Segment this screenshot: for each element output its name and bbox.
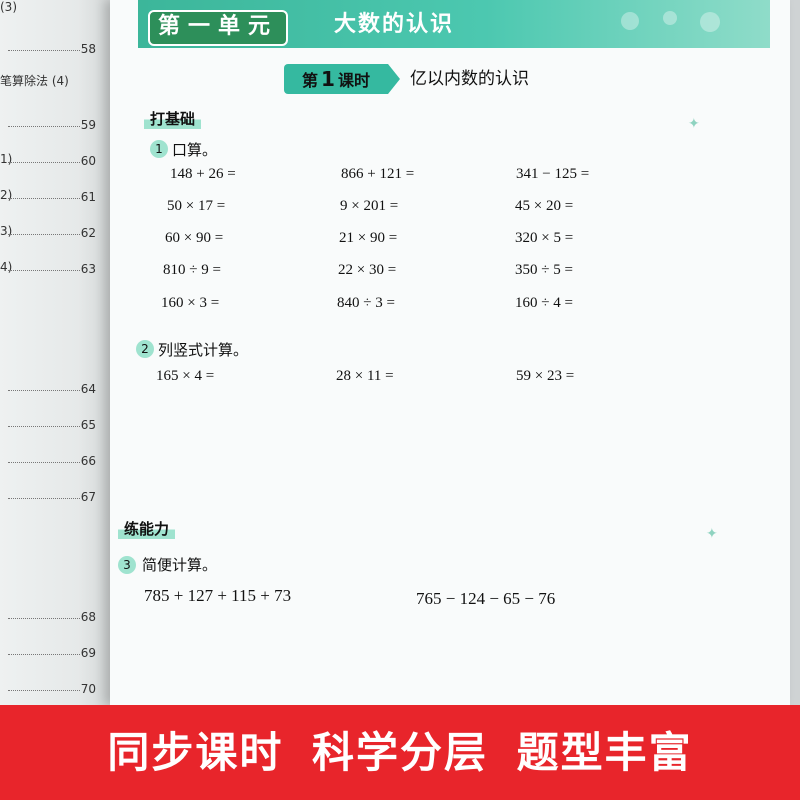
oral-expression: 50 × 17 = <box>167 198 226 214</box>
lesson-number: 1 <box>321 67 335 91</box>
toc-row: 65 <box>0 414 112 438</box>
simplify-expression: 765 − 124 − 65 − 76 <box>416 589 556 608</box>
promo-phrase: 题型丰富 <box>516 728 693 777</box>
lesson-tag-prefix: 第 <box>302 71 319 90</box>
sparkle-icon: ✦ <box>688 116 700 132</box>
oral-expression: 840 ÷ 3 = <box>337 295 395 311</box>
oral-expression: 45 × 20 = <box>515 198 574 214</box>
toc-row: 2) 61 <box>0 186 112 210</box>
toc-leader <box>8 426 80 427</box>
toc-page-number: 60 <box>80 154 96 168</box>
toc-row: 66 <box>0 450 112 474</box>
toc-page-number: 70 <box>80 682 96 696</box>
toc-leader <box>8 198 80 199</box>
toc-text: 笔算除法 (4) <box>0 74 69 88</box>
toc-row: 70 <box>0 678 112 702</box>
toc-text: 2) <box>0 188 13 202</box>
question-text: 口算。 <box>172 141 218 159</box>
toc-text: 4) <box>0 260 13 274</box>
toc-leader <box>8 390 80 391</box>
section-title-basics: 打基础 <box>144 108 202 129</box>
toc-text: 1) <box>0 152 13 166</box>
oral-expression: 160 ÷ 4 = <box>515 295 573 311</box>
toc-page-number: 65 <box>80 418 96 432</box>
toc-row: (3) <box>0 0 112 22</box>
promo-banner: 同步课时 科学分层 题型丰富 <box>0 705 800 800</box>
question-text: 简便计算。 <box>142 556 218 574</box>
oral-expression: 866 + 121 = <box>341 166 415 182</box>
toc-leader <box>8 126 80 127</box>
oral-expression: 21 × 90 = <box>339 230 398 246</box>
oral-expression: 341 − 125 = <box>516 166 590 182</box>
promo-phrase: 科学分层 <box>311 728 488 777</box>
question-text: 列竖式计算。 <box>158 341 249 359</box>
toc-page-number: 66 <box>80 454 96 468</box>
lesson-tag-suffix: 课时 <box>337 71 370 90</box>
toc-page-number: 61 <box>80 190 96 204</box>
toc-leader <box>8 50 80 51</box>
unit-label: 第一单元 <box>148 10 289 46</box>
oral-expression: 810 ÷ 9 = <box>163 262 221 278</box>
toc-row: 64 <box>0 378 112 402</box>
toc-leader <box>8 498 80 499</box>
toc-text: (3) <box>0 0 17 14</box>
toc-page-number: 63 <box>80 262 96 276</box>
vertical-calc-expression: 59 × 23 = <box>516 368 575 384</box>
vertical-calc-expression: 28 × 11 = <box>336 368 394 384</box>
simplify-expression: 785 + 127 + 115 + 73 <box>144 586 292 605</box>
toc-leader <box>8 270 80 271</box>
toc-page-number: 59 <box>80 118 96 132</box>
toc-row: 68 <box>0 606 112 630</box>
promo-text: 同步课时 科学分层 题型丰富 <box>0 705 800 800</box>
promo-phrase: 同步课时 <box>107 728 284 777</box>
toc-row: 3) 62 <box>0 222 112 246</box>
lesson-title: 亿以内数的认识 <box>410 69 529 89</box>
oral-expression: 350 ÷ 5 = <box>515 262 573 278</box>
toc-leader <box>8 654 80 655</box>
toc-page-number: 62 <box>80 226 96 240</box>
toc-leader <box>8 234 80 235</box>
toc-row: 1) 60 <box>0 150 112 174</box>
oral-expression: 320 × 5 = <box>515 230 574 246</box>
unit-title: 大数的认识 <box>334 12 455 37</box>
lesson-tag: 第 1 课时 <box>284 64 388 94</box>
toc-page-number: 67 <box>80 490 96 504</box>
question-number-badge: 3 <box>118 556 136 574</box>
sparkle-icon: ✦ <box>706 526 718 542</box>
toc-page-number: 58 <box>80 42 96 56</box>
toc-row: 59 <box>0 114 112 138</box>
vertical-calc-expression: 165 × 4 = <box>156 368 215 384</box>
toc-leader <box>8 690 80 691</box>
toc-leader <box>8 462 80 463</box>
toc-row: 67 <box>0 486 112 510</box>
toc-page-number: 64 <box>80 382 96 396</box>
oral-expression: 160 × 3 = <box>161 295 220 311</box>
toc-row: 4) 63 <box>0 258 112 282</box>
toc-leader <box>8 162 80 163</box>
toc-page: (3) 58 笔算除法 (4) 59 1) 60 2) 61 3) 62 4) 63 6… <box>0 0 112 705</box>
oral-expression: 9 × 201 = <box>340 198 399 214</box>
unit-banner: 第一单元 大数的认识 <box>138 0 770 48</box>
oral-expression: 148 + 26 = <box>170 166 236 182</box>
toc-page-number: 69 <box>80 646 96 660</box>
lesson-arrow <box>388 64 400 94</box>
oral-expression: 22 × 30 = <box>338 262 397 278</box>
section-title-skills: 练能力 <box>118 518 176 539</box>
toc-leader <box>8 618 80 619</box>
question-number-badge: 1 <box>150 140 168 158</box>
decoration-icon <box>621 11 720 32</box>
toc-row: 69 <box>0 642 112 666</box>
oral-expression: 60 × 90 = <box>165 230 224 246</box>
toc-row: 58 <box>0 38 112 62</box>
toc-text: 3) <box>0 224 13 238</box>
toc-page-number: 68 <box>80 610 96 624</box>
question-number-badge: 2 <box>136 340 154 358</box>
toc-row: 笔算除法 (4) <box>0 70 112 94</box>
